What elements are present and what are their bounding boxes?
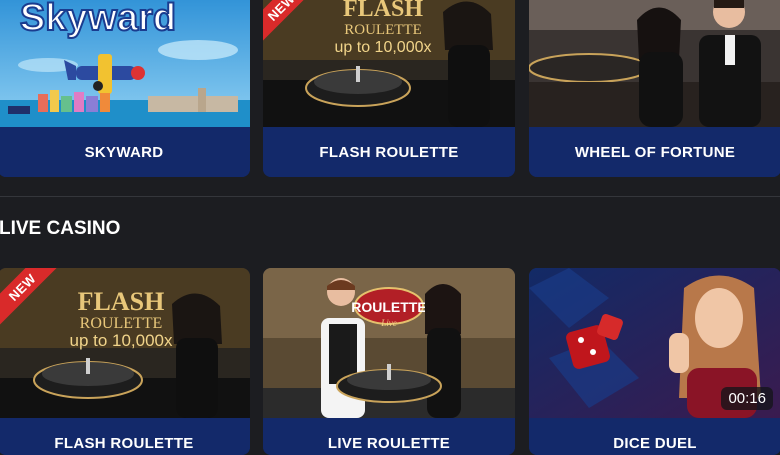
game-thumbnail[interactable]: ROULETTE Live (263, 268, 515, 418)
game-thumbnail[interactable]: FLASH ROULETTE up to 10,000x NEW (0, 268, 250, 418)
art-line-3: up to 10,000x (69, 331, 173, 350)
game-title[interactable]: FLASH ROULETTE (0, 418, 250, 455)
game-thumbnail[interactable] (529, 0, 780, 127)
game-card-live-flash-roulette[interactable]: FLASH ROULETTE up to 10,000x NEW FLASH R… (0, 268, 250, 455)
art-line-1: FLASH (78, 287, 165, 316)
game-card-live-roulette[interactable]: ROULETTE Live LIVE ROULETTE (263, 268, 515, 455)
art-line-3: up to 10,000x (335, 39, 432, 56)
game-title[interactable]: WHEEL OF FORTUNE (529, 127, 780, 177)
wheel-of-fortune-artwork (529, 0, 780, 127)
skyward-art-title: Skyward (20, 0, 176, 39)
game-title[interactable]: DICE DUEL (529, 418, 780, 455)
game-title[interactable]: SKYWARD (0, 127, 250, 177)
game-title[interactable]: LIVE ROULETTE (263, 418, 515, 455)
art-line-2: ROULETTE (80, 315, 163, 332)
game-thumbnail[interactable]: 00:16 (529, 268, 780, 418)
game-title[interactable]: FLASH ROULETTE (263, 127, 515, 177)
game-thumbnail[interactable]: Skyward (0, 0, 250, 127)
section-title-live-casino: LIVE CASINO (0, 218, 121, 239)
section-divider (0, 196, 780, 197)
countdown-timer: 00:16 (721, 387, 773, 410)
art-line-1: FLASH (343, 0, 423, 22)
flash-roulette-artwork: FLASH ROULETTE up to 10,000x (0, 268, 250, 418)
flash-roulette-artwork: FLASH ROULETTE up to 10,000x (263, 0, 515, 127)
art-logo: ROULETTE (351, 299, 426, 315)
game-card-flash-roulette[interactable]: FLASH ROULETTE up to 10,000x NEW FLASH R… (263, 0, 515, 177)
game-card-skyward[interactable]: Skyward SKYWARD (0, 0, 250, 177)
game-card-dice-duel[interactable]: 00:16 DICE DUEL (529, 268, 780, 455)
game-thumbnail[interactable]: FLASH ROULETTE up to 10,000x NEW (263, 0, 515, 127)
game-card-wheel-of-fortune[interactable]: WHEEL OF FORTUNE (529, 0, 780, 177)
skyward-artwork: Skyward (0, 0, 250, 127)
art-logo-sub: Live (380, 318, 397, 328)
live-roulette-artwork: ROULETTE Live (263, 268, 515, 418)
art-line-2: ROULETTE (344, 22, 421, 38)
